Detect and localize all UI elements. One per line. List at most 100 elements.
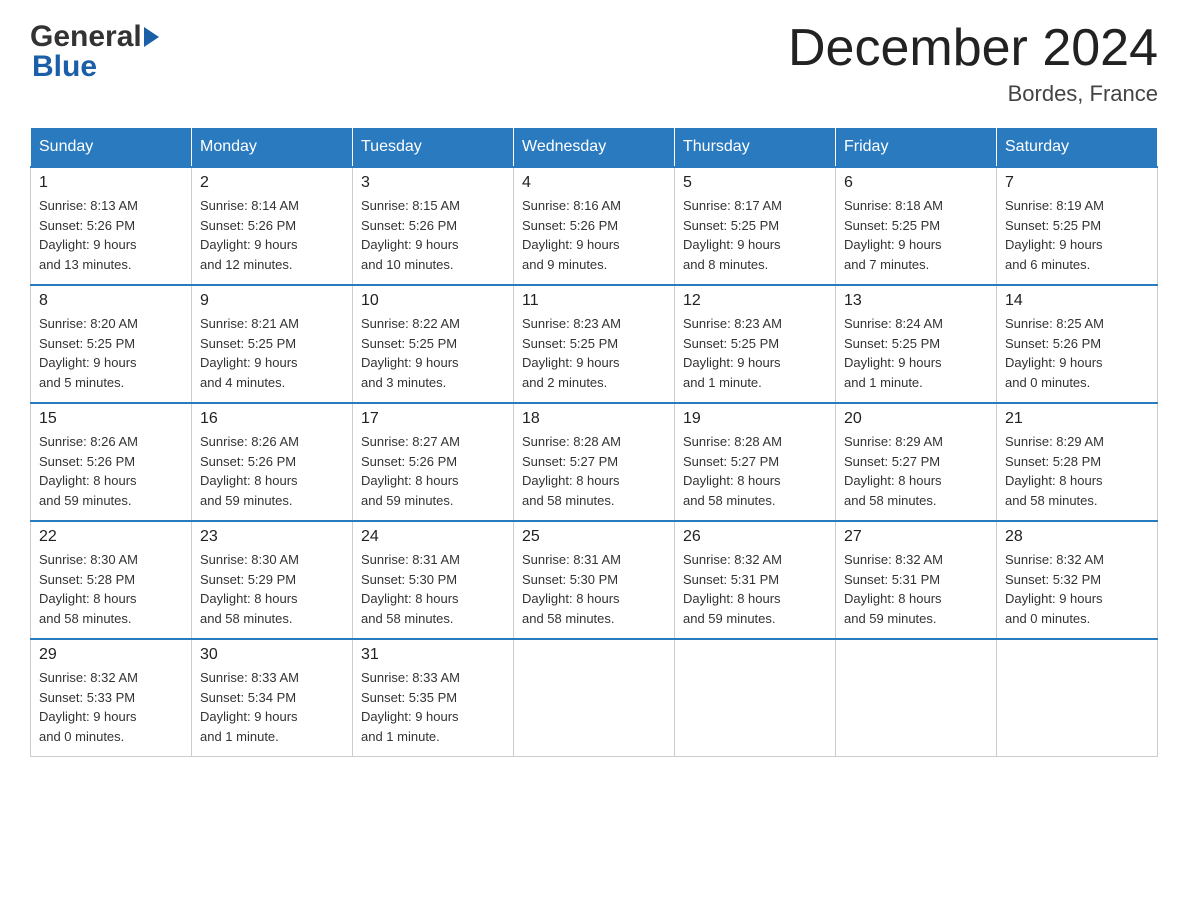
calendar-cell: 8 Sunrise: 8:20 AM Sunset: 5:25 PM Dayli… [31,285,192,403]
day-number: 27 [844,528,988,546]
day-number: 28 [1005,528,1149,546]
day-info: Sunrise: 8:30 AM Sunset: 5:29 PM Dayligh… [200,550,344,628]
logo-arrow-icon [144,27,159,47]
calendar-cell: 1 Sunrise: 8:13 AM Sunset: 5:26 PM Dayli… [31,167,192,285]
day-info: Sunrise: 8:32 AM Sunset: 5:32 PM Dayligh… [1005,550,1149,628]
calendar-cell: 18 Sunrise: 8:28 AM Sunset: 5:27 PM Dayl… [514,403,675,521]
day-info: Sunrise: 8:33 AM Sunset: 5:35 PM Dayligh… [361,668,505,746]
day-info: Sunrise: 8:14 AM Sunset: 5:26 PM Dayligh… [200,196,344,274]
day-info: Sunrise: 8:29 AM Sunset: 5:28 PM Dayligh… [1005,432,1149,510]
day-info: Sunrise: 8:28 AM Sunset: 5:27 PM Dayligh… [683,432,827,510]
day-number: 8 [39,292,183,310]
title-area: December 2024 Bordes, France [788,20,1158,107]
day-number: 30 [200,646,344,664]
day-number: 5 [683,174,827,192]
day-info: Sunrise: 8:26 AM Sunset: 5:26 PM Dayligh… [39,432,183,510]
day-number: 24 [361,528,505,546]
calendar-cell: 3 Sunrise: 8:15 AM Sunset: 5:26 PM Dayli… [353,167,514,285]
calendar-cell: 12 Sunrise: 8:23 AM Sunset: 5:25 PM Dayl… [675,285,836,403]
calendar-week-row: 1 Sunrise: 8:13 AM Sunset: 5:26 PM Dayli… [31,167,1158,285]
day-number: 10 [361,292,505,310]
day-number: 9 [200,292,344,310]
calendar-cell [675,639,836,757]
day-number: 23 [200,528,344,546]
weekday-header-sunday: Sunday [31,128,192,168]
day-number: 3 [361,174,505,192]
calendar-cell: 17 Sunrise: 8:27 AM Sunset: 5:26 PM Dayl… [353,403,514,521]
calendar-week-row: 15 Sunrise: 8:26 AM Sunset: 5:26 PM Dayl… [31,403,1158,521]
day-info: Sunrise: 8:13 AM Sunset: 5:26 PM Dayligh… [39,196,183,274]
day-number: 21 [1005,410,1149,428]
calendar-cell: 14 Sunrise: 8:25 AM Sunset: 5:26 PM Dayl… [997,285,1158,403]
weekday-header-friday: Friday [836,128,997,168]
day-info: Sunrise: 8:23 AM Sunset: 5:25 PM Dayligh… [683,314,827,392]
day-info: Sunrise: 8:32 AM Sunset: 5:31 PM Dayligh… [683,550,827,628]
calendar-cell: 2 Sunrise: 8:14 AM Sunset: 5:26 PM Dayli… [192,167,353,285]
day-number: 18 [522,410,666,428]
day-info: Sunrise: 8:24 AM Sunset: 5:25 PM Dayligh… [844,314,988,392]
day-number: 20 [844,410,988,428]
day-info: Sunrise: 8:18 AM Sunset: 5:25 PM Dayligh… [844,196,988,274]
day-number: 19 [683,410,827,428]
weekday-header-saturday: Saturday [997,128,1158,168]
day-number: 6 [844,174,988,192]
day-number: 26 [683,528,827,546]
day-info: Sunrise: 8:26 AM Sunset: 5:26 PM Dayligh… [200,432,344,510]
day-number: 11 [522,292,666,310]
calendar-cell [836,639,997,757]
day-number: 14 [1005,292,1149,310]
day-info: Sunrise: 8:23 AM Sunset: 5:25 PM Dayligh… [522,314,666,392]
weekday-header-row: SundayMondayTuesdayWednesdayThursdayFrid… [31,128,1158,168]
month-title: December 2024 [788,20,1158,77]
day-number: 25 [522,528,666,546]
logo-blue-text: Blue [30,50,97,84]
day-info: Sunrise: 8:29 AM Sunset: 5:27 PM Dayligh… [844,432,988,510]
day-info: Sunrise: 8:21 AM Sunset: 5:25 PM Dayligh… [200,314,344,392]
logo: General Blue [30,20,159,84]
calendar-cell: 20 Sunrise: 8:29 AM Sunset: 5:27 PM Dayl… [836,403,997,521]
weekday-header-thursday: Thursday [675,128,836,168]
day-info: Sunrise: 8:27 AM Sunset: 5:26 PM Dayligh… [361,432,505,510]
day-number: 29 [39,646,183,664]
day-info: Sunrise: 8:30 AM Sunset: 5:28 PM Dayligh… [39,550,183,628]
day-number: 2 [200,174,344,192]
calendar-cell: 5 Sunrise: 8:17 AM Sunset: 5:25 PM Dayli… [675,167,836,285]
day-number: 15 [39,410,183,428]
calendar-cell: 22 Sunrise: 8:30 AM Sunset: 5:28 PM Dayl… [31,521,192,639]
day-number: 12 [683,292,827,310]
calendar-cell: 28 Sunrise: 8:32 AM Sunset: 5:32 PM Dayl… [997,521,1158,639]
day-info: Sunrise: 8:17 AM Sunset: 5:25 PM Dayligh… [683,196,827,274]
calendar-week-row: 22 Sunrise: 8:30 AM Sunset: 5:28 PM Dayl… [31,521,1158,639]
weekday-header-monday: Monday [192,128,353,168]
calendar-cell: 13 Sunrise: 8:24 AM Sunset: 5:25 PM Dayl… [836,285,997,403]
calendar-cell [514,639,675,757]
calendar-cell [997,639,1158,757]
location-label: Bordes, France [788,81,1158,107]
day-info: Sunrise: 8:28 AM Sunset: 5:27 PM Dayligh… [522,432,666,510]
calendar-cell: 24 Sunrise: 8:31 AM Sunset: 5:30 PM Dayl… [353,521,514,639]
calendar-cell: 27 Sunrise: 8:32 AM Sunset: 5:31 PM Dayl… [836,521,997,639]
day-info: Sunrise: 8:22 AM Sunset: 5:25 PM Dayligh… [361,314,505,392]
day-info: Sunrise: 8:25 AM Sunset: 5:26 PM Dayligh… [1005,314,1149,392]
day-info: Sunrise: 8:19 AM Sunset: 5:25 PM Dayligh… [1005,196,1149,274]
calendar-cell: 31 Sunrise: 8:33 AM Sunset: 5:35 PM Dayl… [353,639,514,757]
calendar-cell: 26 Sunrise: 8:32 AM Sunset: 5:31 PM Dayl… [675,521,836,639]
day-info: Sunrise: 8:31 AM Sunset: 5:30 PM Dayligh… [361,550,505,628]
day-number: 16 [200,410,344,428]
calendar-week-row: 29 Sunrise: 8:32 AM Sunset: 5:33 PM Dayl… [31,639,1158,757]
day-info: Sunrise: 8:16 AM Sunset: 5:26 PM Dayligh… [522,196,666,274]
day-info: Sunrise: 8:20 AM Sunset: 5:25 PM Dayligh… [39,314,183,392]
calendar-cell: 30 Sunrise: 8:33 AM Sunset: 5:34 PM Dayl… [192,639,353,757]
calendar-cell: 23 Sunrise: 8:30 AM Sunset: 5:29 PM Dayl… [192,521,353,639]
day-number: 22 [39,528,183,546]
day-number: 13 [844,292,988,310]
calendar-cell: 11 Sunrise: 8:23 AM Sunset: 5:25 PM Dayl… [514,285,675,403]
logo-general-text: General [30,20,142,54]
day-number: 17 [361,410,505,428]
calendar-cell: 7 Sunrise: 8:19 AM Sunset: 5:25 PM Dayli… [997,167,1158,285]
day-info: Sunrise: 8:31 AM Sunset: 5:30 PM Dayligh… [522,550,666,628]
day-number: 4 [522,174,666,192]
day-info: Sunrise: 8:32 AM Sunset: 5:33 PM Dayligh… [39,668,183,746]
day-info: Sunrise: 8:33 AM Sunset: 5:34 PM Dayligh… [200,668,344,746]
calendar-cell: 29 Sunrise: 8:32 AM Sunset: 5:33 PM Dayl… [31,639,192,757]
